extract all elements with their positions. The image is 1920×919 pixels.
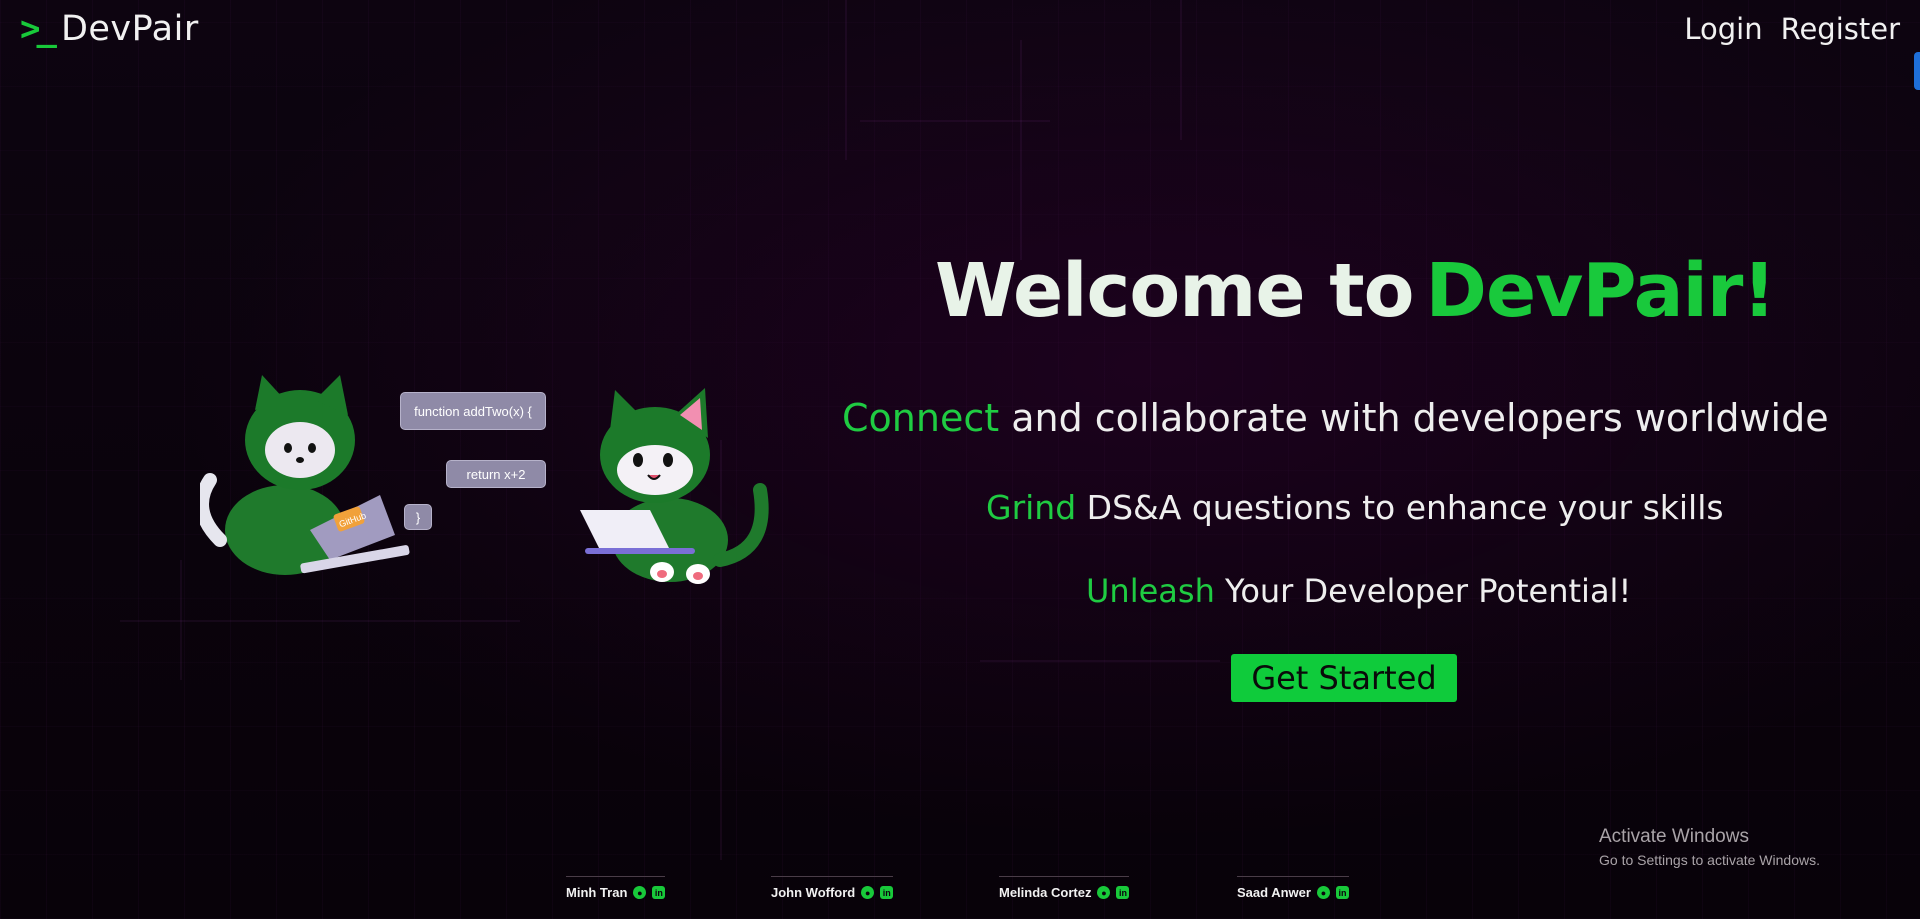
linkedin-icon[interactable]: in	[652, 886, 666, 899]
get-started-button[interactable]: Get Started	[1231, 654, 1457, 702]
watermark-title: Activate Windows	[1599, 826, 1749, 847]
coding-cats-illustration: GitHub function addTwo(x) { return x+2 }	[195, 360, 800, 600]
developer-name: Melinda Cortez	[999, 885, 1092, 900]
developer-name: Minh Tran	[566, 885, 628, 900]
tagline-highlight: Unleash	[1086, 572, 1215, 610]
tagline-grind: Grind DS&A questions to enhance your ski…	[986, 488, 1724, 527]
linkedin-icon[interactable]: in	[1116, 886, 1130, 899]
side-panel-tab[interactable]	[1914, 52, 1920, 90]
developer-credit: Minh Tran ● in	[566, 876, 666, 900]
code-bubble-function: function addTwo(x) {	[400, 392, 546, 430]
github-icon[interactable]: ●	[633, 886, 647, 899]
github-icon[interactable]: ●	[861, 886, 875, 899]
developer-credit: John Wofford ● in	[771, 876, 894, 900]
github-icon[interactable]: ●	[1316, 886, 1330, 899]
hero-section: GitHub function addTwo(x) { return x+2 }…	[0, 0, 1920, 919]
brand-name: DevPair	[60, 9, 199, 49]
watermark-subtitle: Go to Settings to activate Windows.	[1599, 852, 1820, 868]
brand-logo[interactable]: >_ DevPair	[20, 9, 199, 49]
github-icon[interactable]: ●	[1097, 886, 1111, 899]
developer-credit: Melinda Cortez ● in	[999, 876, 1130, 900]
title-welcome: Welcome to	[935, 248, 1415, 334]
title-brand: DevPair!	[1425, 248, 1777, 334]
tagline-connect: Connect and collaborate with developers …	[842, 396, 1829, 440]
tagline-text: Your Developer Potential!	[1214, 572, 1632, 610]
tagline-highlight: Connect	[842, 396, 1000, 440]
linkedin-icon[interactable]: in	[880, 886, 894, 899]
code-bubble-return: return x+2	[446, 460, 546, 488]
top-navbar: >_ DevPair Login Register	[0, 0, 1920, 58]
tagline-highlight: Grind	[986, 488, 1077, 527]
tagline-text: DS&A questions to enhance your skills	[1076, 488, 1724, 527]
terminal-prompt-icon: >_	[20, 9, 57, 49]
developer-credits: Minh Tran ● in John Wofford ● in Melinda…	[0, 876, 1920, 919]
auth-nav: Login Register	[1684, 12, 1900, 46]
page-title: Welcome to DevPair!	[935, 248, 1777, 334]
tagline-unleash: Unleash Your Developer Potential!	[1086, 572, 1631, 610]
windows-activation-watermark: Activate Windows Go to Settings to activ…	[1599, 826, 1820, 868]
login-link[interactable]: Login	[1684, 12, 1762, 46]
register-link[interactable]: Register	[1781, 12, 1900, 46]
code-bubble-brace: }	[404, 504, 432, 530]
developer-name: Saad Anwer	[1237, 885, 1311, 900]
developer-name: John Wofford	[771, 885, 856, 900]
developer-credit: Saad Anwer ● in	[1237, 876, 1349, 900]
tagline-text: and collaborate with developers worldwid…	[999, 396, 1829, 440]
linkedin-icon[interactable]: in	[1335, 886, 1349, 899]
